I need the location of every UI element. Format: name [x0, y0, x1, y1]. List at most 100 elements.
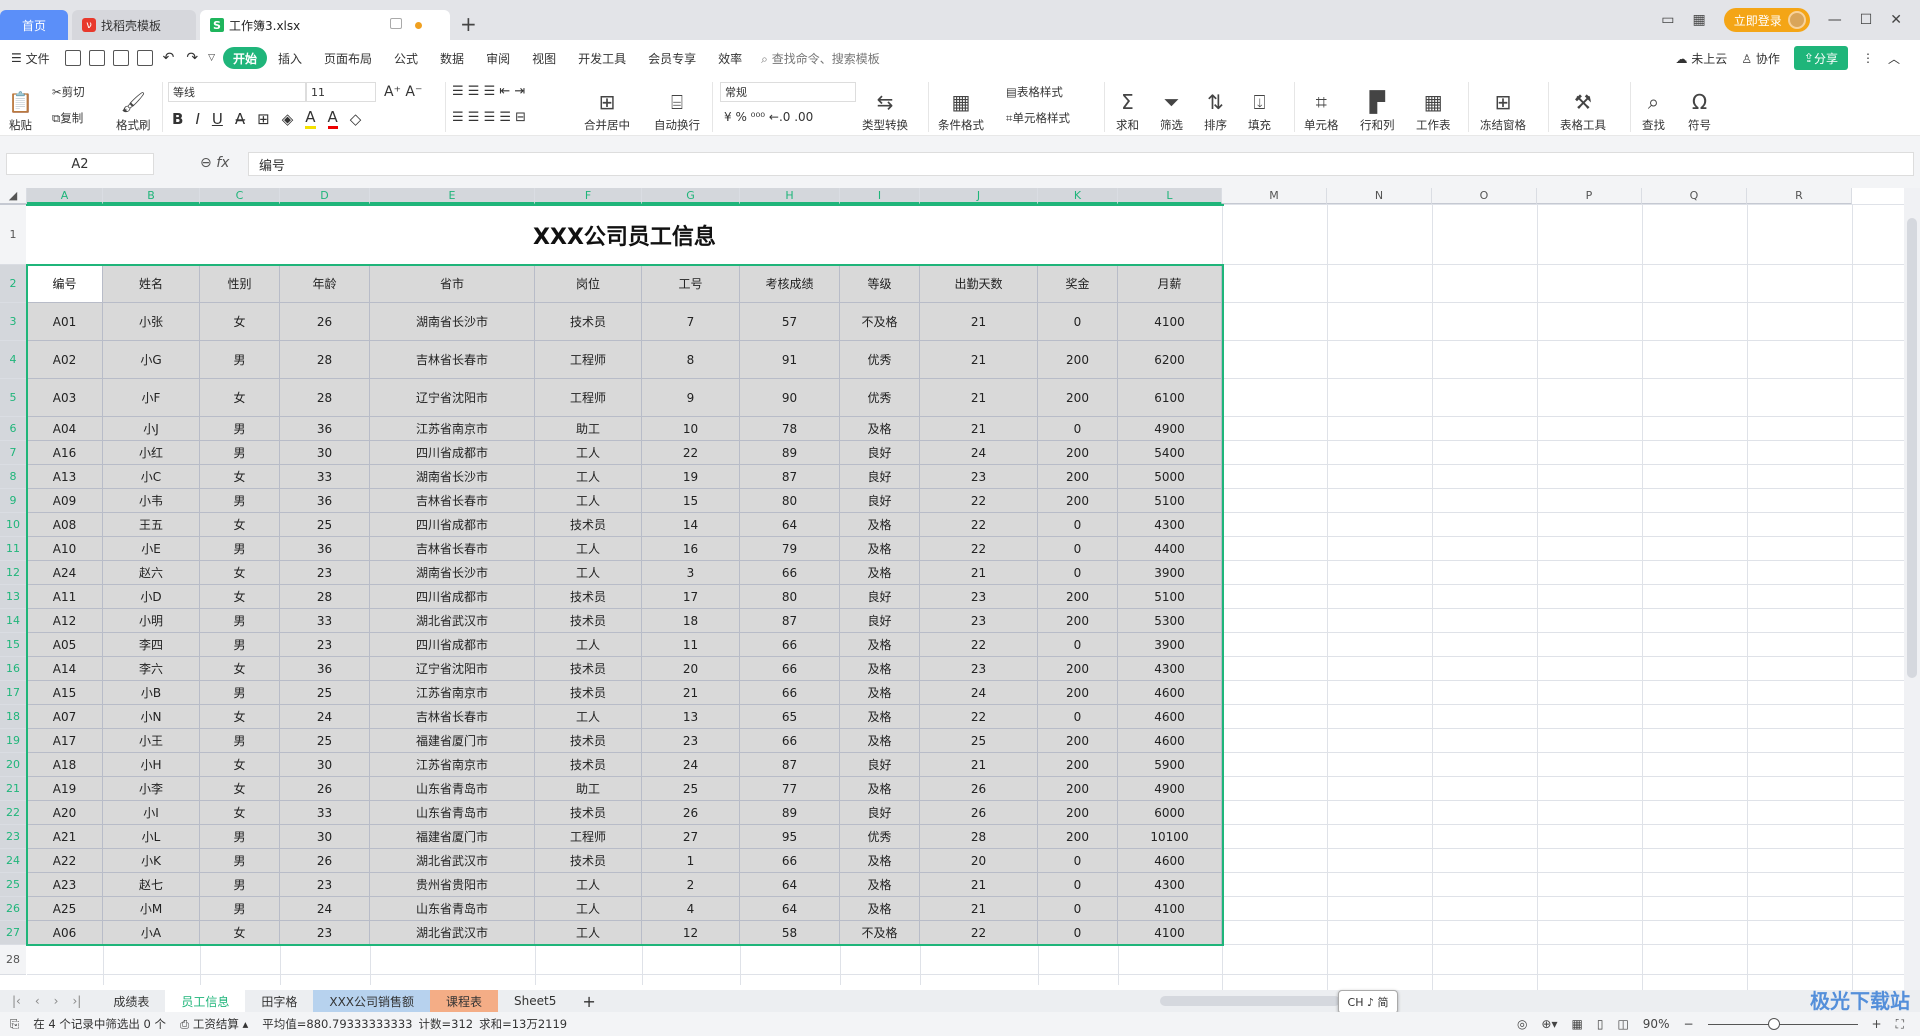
table-cell[interactable]: 200 — [1038, 681, 1118, 705]
table-cell[interactable]: 技术员 — [535, 657, 642, 681]
bold-button[interactable]: B — [172, 110, 183, 128]
row-header-21[interactable]: 21 — [0, 777, 26, 801]
table-cell[interactable]: 工程师 — [535, 341, 642, 379]
table-cell[interactable]: 30 — [280, 441, 370, 465]
table-cell[interactable]: 10 — [642, 417, 740, 441]
close-button[interactable]: ✕ — [1890, 12, 1902, 28]
table-cell[interactable]: 23 — [280, 633, 370, 657]
number-format-select[interactable]: 常规 — [720, 82, 856, 102]
symbol-button[interactable]: Ω 符号 — [1688, 79, 1711, 133]
column-header-c[interactable]: C — [200, 188, 280, 205]
table-cell[interactable]: 女 — [200, 777, 280, 801]
table-cell[interactable]: 吉林省长春市 — [370, 489, 535, 513]
table-cell[interactable]: 24 — [920, 441, 1038, 465]
table-cell[interactable]: 36 — [280, 489, 370, 513]
table-cell[interactable]: 女 — [200, 657, 280, 681]
zoom-slider-knob[interactable] — [1767, 1017, 1780, 1030]
redo-icon[interactable]: ↷ — [186, 50, 198, 66]
table-cell[interactable]: 22 — [920, 537, 1038, 561]
table-cell[interactable]: 良好 — [840, 801, 920, 825]
table-cell[interactable]: 17 — [642, 585, 740, 609]
tab-workbook[interactable]: S 工作簿3.xlsx — [200, 10, 450, 40]
table-cell[interactable]: 技术员 — [535, 849, 642, 873]
zoom-in-button[interactable]: + — [1872, 1017, 1882, 1031]
find-button[interactable]: ⌕ 查找 — [1642, 79, 1665, 133]
table-cell[interactable]: A12 — [27, 609, 103, 633]
table-cell[interactable]: 65 — [740, 705, 840, 729]
freeze-button[interactable]: ⊞ 冻结窗格 — [1480, 79, 1526, 133]
table-cell[interactable]: 湖北省武汉市 — [370, 849, 535, 873]
column-header-n[interactable]: N — [1327, 188, 1432, 205]
table-cell[interactable]: 200 — [1038, 341, 1118, 379]
vertical-scroll-thumb[interactable] — [1907, 218, 1917, 678]
table-cell[interactable]: A22 — [27, 849, 103, 873]
table-cell[interactable]: 19 — [642, 465, 740, 489]
table-cell[interactable]: 4300 — [1118, 873, 1222, 897]
table-cell[interactable]: 200 — [1038, 465, 1118, 489]
sheet-tab[interactable]: 成绩表 — [97, 990, 165, 1012]
table-cell[interactable]: A16 — [27, 441, 103, 465]
table-cell[interactable]: 女 — [200, 753, 280, 777]
table-cell[interactable]: 28 — [920, 825, 1038, 849]
table-cell[interactable]: 25 — [280, 513, 370, 537]
prev-sheet-icon[interactable]: ‹ — [35, 994, 40, 1008]
cloud-status[interactable]: ☁ 未上云 — [1675, 50, 1727, 67]
export-pdf-icon[interactable] — [88, 50, 105, 66]
table-cell[interactable]: 22 — [642, 441, 740, 465]
table-cell[interactable]: 技术员 — [535, 729, 642, 753]
cut-button[interactable]: ✂ 剪切 — [52, 84, 85, 100]
table-cell[interactable]: 12 — [642, 921, 740, 945]
table-cell[interactable]: 湖南省长沙市 — [370, 561, 535, 585]
table-cell[interactable]: 200 — [1038, 777, 1118, 801]
table-cell[interactable]: 77 — [740, 777, 840, 801]
column-title-cell[interactable]: 编号 — [27, 265, 103, 303]
table-cell[interactable]: 技术员 — [535, 753, 642, 777]
monitor-icon[interactable] — [390, 18, 402, 29]
table-cell[interactable]: 助工 — [535, 777, 642, 801]
table-cell[interactable]: 优秀 — [840, 379, 920, 417]
column-header-i[interactable]: I — [840, 188, 920, 205]
table-cell[interactable]: 200 — [1038, 801, 1118, 825]
select-all-corner[interactable]: ◢ — [0, 188, 27, 205]
tab-docer-templates[interactable]: ν 找稻壳模板 — [72, 10, 196, 40]
row-header-15[interactable]: 15 — [0, 633, 26, 657]
table-cell[interactable]: 4900 — [1118, 417, 1222, 441]
cond-format-button[interactable]: ▦ 条件格式 — [938, 79, 984, 133]
column-header-q[interactable]: Q — [1642, 188, 1747, 205]
table-cell[interactable]: 28 — [280, 379, 370, 417]
strikethrough-button[interactable]: A̶ — [235, 110, 245, 128]
table-cell[interactable]: 5300 — [1118, 609, 1222, 633]
table-cell[interactable]: 男 — [200, 417, 280, 441]
table-cell[interactable]: A07 — [27, 705, 103, 729]
table-cell[interactable]: 男 — [200, 849, 280, 873]
table-cell[interactable]: 16 — [642, 537, 740, 561]
table-cell[interactable]: 23 — [280, 561, 370, 585]
table-cell[interactable]: 0 — [1038, 921, 1118, 945]
table-cell[interactable]: 14 — [642, 513, 740, 537]
table-cell[interactable]: 及格 — [840, 633, 920, 657]
tab-view[interactable]: 视图 — [521, 47, 567, 69]
row-header-17[interactable]: 17 — [0, 681, 26, 705]
first-sheet-icon[interactable]: |‹ — [12, 994, 21, 1008]
table-cell[interactable]: 山东省青岛市 — [370, 801, 535, 825]
row-header-3[interactable]: 3 — [0, 303, 26, 341]
table-cell[interactable]: 66 — [740, 729, 840, 753]
table-cell[interactable]: 25 — [280, 681, 370, 705]
table-cell[interactable]: 23 — [642, 729, 740, 753]
table-cell[interactable]: 优秀 — [840, 341, 920, 379]
table-cell[interactable]: 87 — [740, 609, 840, 633]
number-buttons[interactable]: ¥ % ⁰⁰⁰ ←.0 .00 — [724, 110, 813, 124]
cell-style-button[interactable]: ⌗ 单元格样式 — [1006, 110, 1070, 126]
row-header-2[interactable]: 2 — [0, 265, 26, 303]
file-menu[interactable]: ☰ 文件 — [0, 47, 61, 69]
column-title-cell[interactable]: 岗位 — [535, 265, 642, 303]
table-cell[interactable]: 24 — [280, 705, 370, 729]
table-cell[interactable]: 技术员 — [535, 681, 642, 705]
cell-fill-button[interactable]: ◈ — [282, 110, 294, 128]
table-cell[interactable]: A04 — [27, 417, 103, 441]
table-cell[interactable]: 山东省青岛市 — [370, 777, 535, 801]
apps-grid-icon[interactable]: ▦ — [1692, 12, 1705, 28]
row-header-8[interactable]: 8 — [0, 465, 26, 489]
table-cell[interactable]: 良好 — [840, 585, 920, 609]
table-cell[interactable]: 64 — [740, 897, 840, 921]
